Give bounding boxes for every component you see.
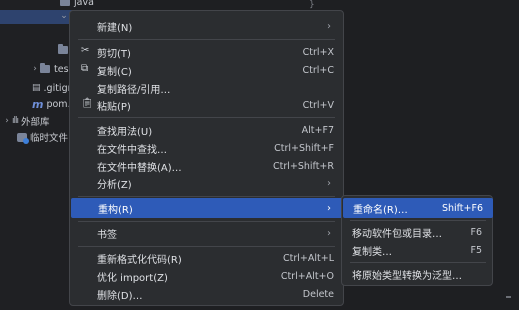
menu-item-reformat-code[interactable]: 重新格式化代码(R) Ctrl+Alt+L — [70, 248, 343, 268]
submenu-item-copy-class[interactable]: 复制类… F5 — [342, 240, 492, 260]
menu-separator — [78, 39, 335, 40]
menu-separator — [78, 221, 335, 222]
tree-selected-row[interactable]: ⌄ — [0, 10, 80, 24]
tree-item-external-libraries[interactable]: › ıllı 外部库 — [2, 113, 49, 129]
tree-item-scratches[interactable]: 临时文件 — [17, 129, 68, 145]
menu-item-analyze[interactable]: 分析(Z) › — [70, 173, 343, 193]
submenu-item-rename[interactable]: 重命名(R)… Shift+F6 — [343, 198, 493, 218]
menu-item-find-in-files[interactable]: 在文件中查找… Ctrl+Shift+F — [70, 138, 343, 158]
tree-item-java[interactable]: java — [60, 0, 94, 10]
menu-item-find-usages[interactable]: 查找用法(U) Alt+F7 — [70, 120, 343, 140]
chevron-right-icon: › — [327, 20, 331, 32]
scratches-icon — [17, 132, 29, 144]
chevron-right-icon[interactable]: › — [30, 64, 40, 74]
chevron-right-icon: › — [327, 227, 331, 239]
menu-separator — [350, 262, 486, 263]
chevron-right-icon: › — [327, 177, 331, 189]
tree-item-test[interactable]: › tes — [30, 61, 69, 77]
copy-icon: ⧉ — [81, 63, 89, 74]
folder-icon — [40, 63, 50, 73]
menu-separator — [78, 117, 335, 118]
gitignore-file-icon: ▤ — [32, 83, 41, 93]
package-folder-icon — [58, 44, 68, 54]
menu-separator — [350, 220, 486, 221]
library-icon: ıllı — [12, 116, 19, 126]
refactor-submenu: 重命名(R)… Shift+F6 移动软件包或目录… F6 复制类… F5 将原… — [341, 195, 493, 286]
menu-item-cut[interactable]: ✂ 剪切(T) Ctrl+X — [70, 42, 343, 62]
menu-separator — [78, 196, 335, 197]
menu-item-paste[interactable]: 📋︎ 粘贴(P) Ctrl+V — [70, 95, 343, 115]
menu-separator — [78, 246, 335, 247]
chevron-right-icon: › — [327, 202, 331, 214]
editor-brace: } — [309, 0, 315, 10]
menu-item-new[interactable]: 新建(N) › — [70, 16, 343, 36]
context-menu: 新建(N) › ✂ 剪切(T) Ctrl+X ⧉ 复制(C) Ctrl+C 复制… — [69, 10, 344, 306]
submenu-item-move[interactable]: 移动软件包或目录… F6 — [342, 222, 492, 242]
maven-icon: m — [32, 97, 44, 111]
clipboard-icon: 📋︎ — [81, 98, 94, 109]
menu-item-delete[interactable]: 删除(D)… Delete — [70, 284, 343, 304]
scrollbar-thumb[interactable] — [506, 296, 511, 298]
submenu-item-generify[interactable]: 将原始类型转换为泛型… — [342, 264, 492, 284]
menu-item-refactor[interactable]: 重构(R) › — [71, 198, 343, 218]
chevron-down-icon[interactable]: ⌄ — [59, 11, 69, 21]
menu-item-copy[interactable]: ⧉ 复制(C) Ctrl+C — [70, 60, 343, 80]
tree-item-gitignore[interactable]: ▤ .gitign — [32, 80, 74, 96]
scissors-icon: ✂ — [81, 45, 90, 56]
menu-item-optimize-imports[interactable]: 优化 import(Z) Ctrl+Alt+O — [70, 266, 343, 286]
chevron-right-icon[interactable]: › — [2, 116, 12, 126]
folder-icon — [60, 0, 70, 6]
menu-item-bookmarks[interactable]: 书签 › — [70, 223, 343, 243]
project-tree: java ⌄ › tes ▤ .gitign m pom.x › ıllı 外部… — [0, 0, 94, 310]
